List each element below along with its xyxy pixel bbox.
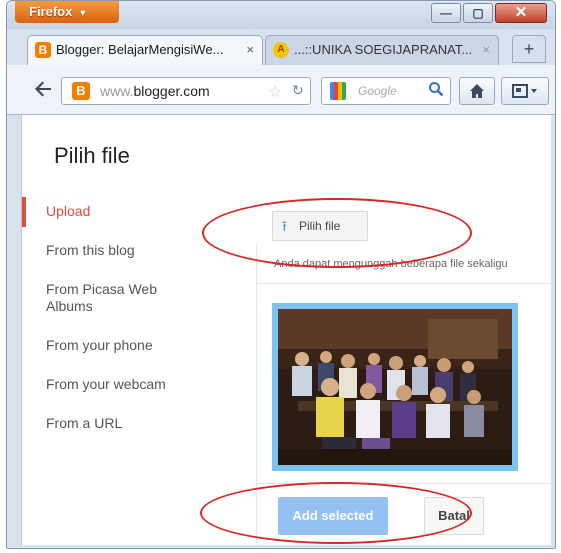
url-domain: blogger.com — [133, 83, 210, 99]
upload-icon: ⭱ — [282, 218, 287, 234]
firefox-menu-button[interactable]: Firefox ▼ — [15, 1, 119, 23]
back-arrow-icon[interactable] — [33, 79, 53, 103]
cancel-button[interactable]: Batal — [424, 497, 484, 535]
close-tab-icon[interactable]: × — [246, 36, 254, 64]
tab-title: ...::UNIKA SOEGIJAPRANAT... — [294, 42, 473, 57]
search-bar[interactable]: Google — [321, 77, 451, 105]
tab-blogger[interactable]: B Blogger: BelajarMengisiWe... × — [27, 35, 263, 65]
close-tab-icon[interactable]: × — [482, 36, 490, 64]
url-prefix: www. — [100, 83, 134, 99]
navigation-bar: B www.blogger.com ☆ ↻ Google — [7, 65, 555, 115]
address-bar[interactable]: B www.blogger.com ☆ ↻ — [61, 77, 311, 105]
divider — [256, 483, 552, 484]
blogger-icon: B — [35, 42, 51, 58]
sidebar-item-webcam[interactable]: From your webcam — [22, 376, 242, 393]
page-title: Pilih file — [54, 143, 130, 168]
home-icon[interactable] — [459, 77, 495, 105]
bookmarks-icon[interactable] — [501, 77, 549, 105]
firefox-menu-label: Firefox — [29, 4, 73, 19]
sidebar-item-phone[interactable]: From your phone — [22, 337, 242, 354]
divider — [256, 245, 257, 545]
dropdown-arrow-icon: ▼ — [78, 8, 88, 18]
add-selected-button[interactable]: Add selected — [278, 497, 388, 535]
upload-hint: Anda dapat mengunggah beberapa file seka… — [274, 258, 508, 270]
google-icon[interactable] — [330, 82, 346, 100]
star-icon[interactable]: ☆ — [268, 82, 282, 102]
minimize-icon: — — [440, 6, 452, 20]
browser-window: Firefox ▼ — ▢ ✕ B Blogger: BelajarMengisi… — [6, 0, 556, 549]
new-tab-button[interactable]: + — [512, 35, 546, 63]
divider — [256, 283, 552, 284]
sidebar-item-picasa[interactable]: From Picasa Web Albums — [22, 281, 172, 315]
title-bar: Firefox ▼ — ▢ ✕ — [7, 1, 555, 29]
reload-icon[interactable]: ↻ — [292, 82, 304, 99]
maximize-button[interactable]: ▢ — [463, 3, 493, 23]
search-placeholder: Google — [358, 84, 397, 98]
minimize-button[interactable]: — — [431, 3, 461, 23]
url-text: www.blogger.com — [100, 83, 210, 99]
unika-icon: A — [273, 42, 289, 58]
sidebar-item-this-blog[interactable]: From this blog — [22, 242, 242, 259]
maximize-icon: ▢ — [472, 6, 484, 20]
tab-strip: B Blogger: BelajarMengisiWe... × A ...::… — [7, 35, 555, 65]
tab-title: Blogger: BelajarMengisiWe... — [56, 42, 224, 57]
sidebar-item-url[interactable]: From a URL — [22, 415, 242, 432]
file-picker-dialog: Pilih file Upload From this blog From Pi… — [21, 115, 552, 545]
blogger-icon: B — [72, 82, 90, 100]
choose-file-label: Pilih file — [299, 219, 341, 233]
source-sidebar: Upload From this blog From Picasa Web Al… — [22, 197, 242, 454]
sidebar-item-upload[interactable]: Upload — [22, 197, 242, 227]
tab-unika[interactable]: A ...::UNIKA SOEGIJAPRANAT... × — [265, 35, 499, 65]
close-icon: ✕ — [514, 4, 528, 21]
choose-file-button[interactable]: ⭱ Pilih file — [272, 211, 368, 241]
close-window-button[interactable]: ✕ — [495, 3, 547, 23]
selected-photo[interactable] — [272, 303, 518, 471]
photo-thumbnail — [278, 309, 512, 465]
magnifier-icon[interactable] — [428, 81, 444, 102]
